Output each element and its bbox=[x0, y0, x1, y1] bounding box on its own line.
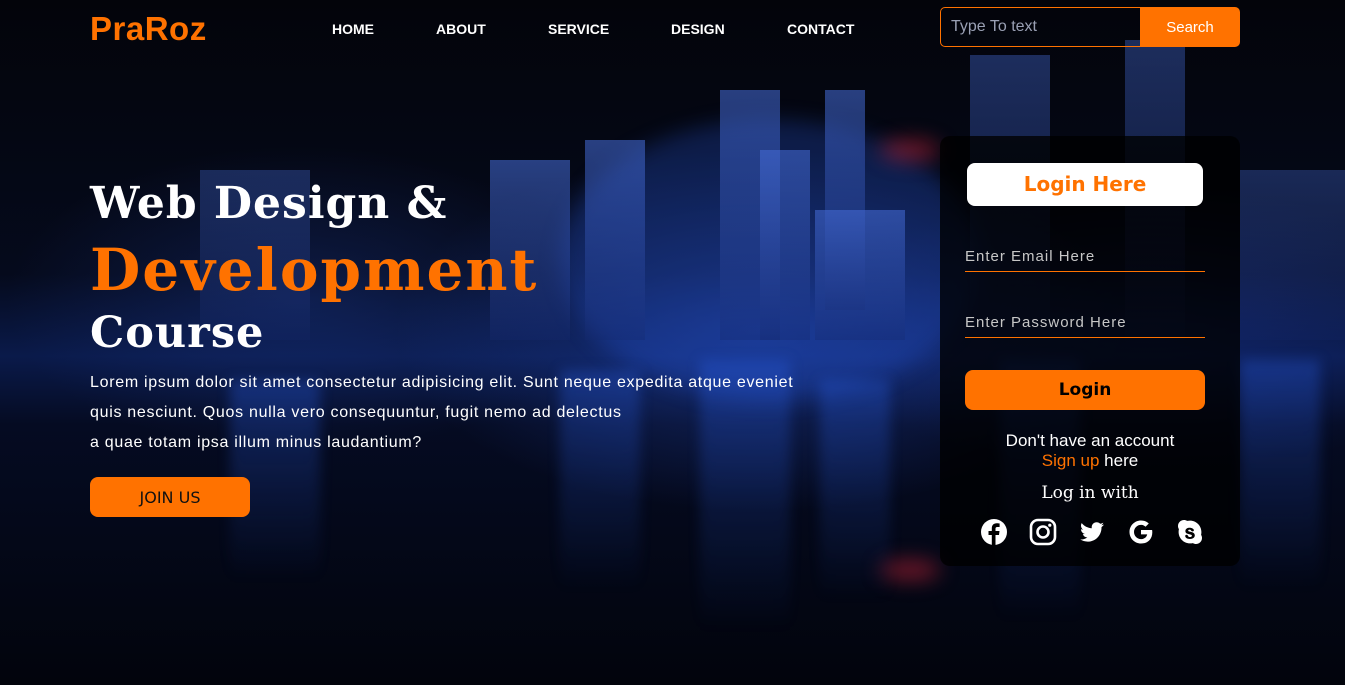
login-heading: Login Here bbox=[967, 163, 1203, 206]
social-login-heading: Log in with bbox=[1041, 483, 1139, 503]
twitter-icon[interactable] bbox=[1078, 518, 1106, 546]
nav-item-service[interactable]: SERVICE bbox=[548, 21, 609, 37]
email-field[interactable] bbox=[965, 242, 1205, 272]
nav-item-contact[interactable]: CONTACT bbox=[787, 21, 854, 37]
search-button[interactable]: Search bbox=[1140, 7, 1240, 47]
join-us-button[interactable]: JOIN US bbox=[90, 477, 250, 517]
hero-description-line: Lorem ipsum dolor sit amet consectetur a… bbox=[90, 374, 794, 391]
skype-icon[interactable] bbox=[1176, 518, 1204, 546]
nav-item-about[interactable]: ABOUT bbox=[436, 21, 486, 37]
signup-line: Sign up here bbox=[940, 451, 1240, 471]
hero-description-line: quis nesciunt. Quos nulla vero consequun… bbox=[90, 404, 622, 421]
login-card: Login Here Login Don't have an account S… bbox=[940, 136, 1240, 566]
password-field[interactable] bbox=[965, 308, 1205, 338]
search-input[interactable] bbox=[940, 7, 1142, 47]
hero-description-line: a quae totam ipsa illum minus laudantium… bbox=[90, 434, 422, 451]
hero-title-line1: Web Design & bbox=[90, 178, 448, 229]
brand-logo[interactable]: PraRoz bbox=[90, 10, 207, 48]
nav-item-home[interactable]: HOME bbox=[332, 21, 374, 37]
signup-link[interactable]: Sign up bbox=[1042, 451, 1100, 470]
hero-description: Lorem ipsum dolor sit amet consectetur a… bbox=[90, 368, 850, 458]
social-login-icons bbox=[980, 518, 1210, 548]
no-account-text: Don't have an account bbox=[1005, 431, 1175, 450]
hero-title-highlight: Development bbox=[90, 236, 539, 304]
hero-title-line3: Course bbox=[90, 308, 265, 358]
google-icon[interactable] bbox=[1127, 518, 1155, 546]
navbar: PraRoz HOME ABOUT SERVICE DESIGN CONTACT… bbox=[0, 0, 1345, 56]
facebook-icon[interactable] bbox=[980, 518, 1008, 546]
signup-suffix: here bbox=[1099, 451, 1139, 470]
login-button[interactable]: Login bbox=[965, 370, 1205, 410]
instagram-icon[interactable] bbox=[1029, 518, 1057, 546]
nav-item-design[interactable]: DESIGN bbox=[671, 21, 725, 37]
